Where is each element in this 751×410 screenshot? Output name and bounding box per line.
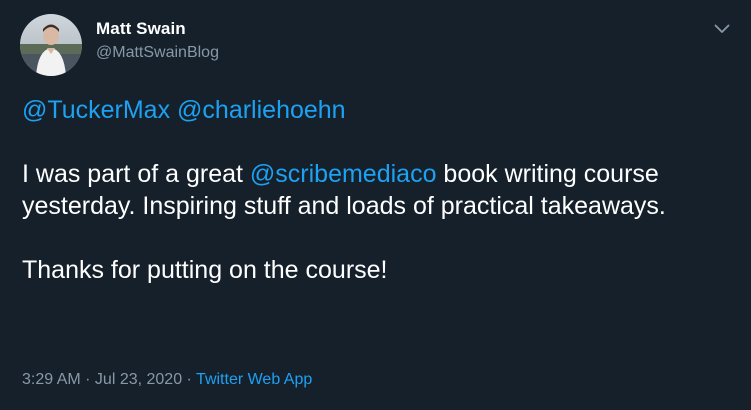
tweet-source-link[interactable]: Twitter Web App: [196, 371, 312, 388]
mention-link[interactable]: @charliehoehn: [177, 96, 346, 124]
tweet-timestamp[interactable]: 3:29 AM · Jul 23, 2020: [22, 371, 182, 388]
mention-link[interactable]: @TuckerMax: [22, 96, 170, 124]
avatar[interactable]: [20, 14, 82, 76]
tweet-text-segment: I was part of a great: [22, 160, 250, 188]
tweet-paragraph-2: I was part of a great @scribemediaco boo…: [22, 158, 722, 222]
mention-link[interactable]: @scribemediaco: [250, 160, 437, 188]
avatar-photo-icon: [20, 14, 82, 76]
tweet-paragraph-3: Thanks for putting on the course!: [22, 256, 388, 284]
tweet-text: @TuckerMax @charliehoehn I was part of a…: [22, 94, 722, 286]
author-handle[interactable]: @MattSwainBlog: [96, 44, 219, 62]
tweet-card: Matt Swain @MattSwainBlog @TuckerMax @ch…: [0, 0, 751, 410]
meta-separator: ·: [182, 371, 197, 388]
chevron-down-icon: [714, 24, 730, 33]
tweet-paragraph-1: @TuckerMax @charliehoehn: [22, 94, 722, 126]
more-options-button[interactable]: [707, 14, 737, 44]
tweet-meta: 3:29 AM · Jul 23, 2020 · Twitter Web App: [22, 371, 312, 389]
author-display-name[interactable]: Matt Swain: [96, 19, 186, 39]
